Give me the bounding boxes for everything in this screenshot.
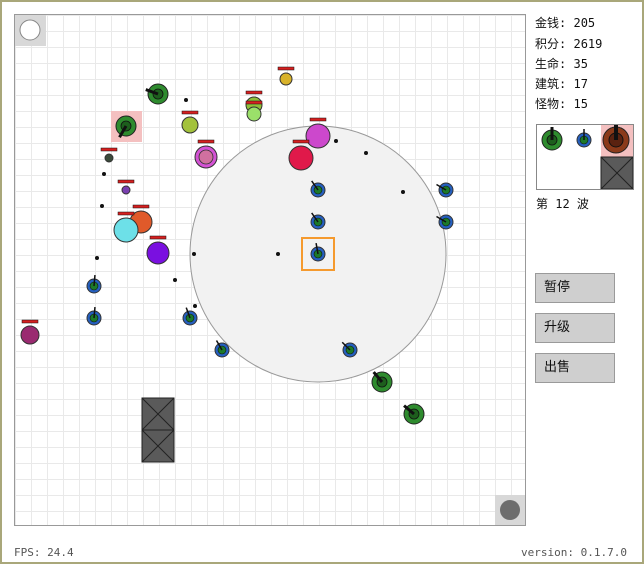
upgrade-button[interactable]: 升级 <box>535 313 615 343</box>
monster-body <box>20 325 40 345</box>
monster-hp-bar <box>117 179 135 184</box>
monster-hp-bar <box>132 204 150 209</box>
buildings-value: 17 <box>573 77 588 91</box>
monster-hp-bar <box>149 235 167 240</box>
monster-dark <box>100 147 118 163</box>
laser-tower-barrel <box>93 306 96 319</box>
monster-body <box>113 217 139 243</box>
monster-violet <box>305 117 331 149</box>
life-value: 35 <box>573 57 588 71</box>
laser-tower[interactable] <box>86 274 102 294</box>
version-label: version: 0.1.7.0 <box>521 546 627 559</box>
monster-hp-bar <box>245 100 263 105</box>
monster-maroon <box>20 319 40 345</box>
laser-tower[interactable] <box>86 306 102 326</box>
score-value: 2619 <box>573 37 603 51</box>
game-window: 金钱: 205 积分: 2619 生命: 35 建筑: 17 怪物: 15 第 … <box>0 0 644 564</box>
monster-purple <box>146 235 170 265</box>
life-stat: 生命: 35 <box>535 57 588 71</box>
monster-body <box>305 123 331 149</box>
monster-lightgreen <box>245 100 263 122</box>
monster-hp-bar <box>197 139 215 144</box>
monster-body <box>181 116 199 134</box>
bullet <box>364 151 368 155</box>
blue-laser-tower-icon[interactable] <box>576 129 592 148</box>
monster-hp-bar <box>181 110 199 115</box>
monster-body <box>104 153 114 163</box>
monster-purple-small <box>117 179 135 195</box>
monster-hp-bar <box>117 211 135 216</box>
monster-hp-bar <box>309 117 327 122</box>
monster-hp-bar <box>277 66 295 71</box>
laser-tower-barrel <box>93 274 96 287</box>
bullet <box>100 204 104 208</box>
monster-body <box>121 185 131 195</box>
bullet <box>401 190 405 194</box>
build-panel[interactable] <box>536 124 634 190</box>
laser-tower[interactable] <box>341 341 358 358</box>
monster-body <box>146 241 170 265</box>
monsters-stat: 怪物: 15 <box>535 97 588 111</box>
monster-hp-bar <box>292 139 310 144</box>
monster-yellow <box>277 66 295 86</box>
sell-button[interactable]: 出售 <box>535 353 615 383</box>
white-circle-icon <box>19 19 41 41</box>
bullet <box>193 304 197 308</box>
monster-olive <box>181 110 199 134</box>
score-stat: 积分: 2619 <box>535 37 603 51</box>
wall-block-upper[interactable] <box>141 397 175 431</box>
buildings-stat: 建筑: 17 <box>535 77 588 91</box>
money-stat: 金钱: 205 <box>535 16 596 30</box>
brown-heavy-tower-icon[interactable] <box>601 125 633 157</box>
monster-hp-bar <box>245 90 263 95</box>
monster-magenta <box>194 139 218 169</box>
pause-button[interactable]: 暂停 <box>535 273 615 303</box>
monster-hp-bar <box>100 147 118 152</box>
cannon-tower[interactable] <box>371 371 393 393</box>
bullet <box>173 278 177 282</box>
monsters-value: 15 <box>573 97 588 111</box>
bullet <box>95 256 99 260</box>
green-cannon-tower-icon[interactable] <box>541 127 563 151</box>
gray-circle-icon <box>500 500 520 520</box>
wave-label: 第 12 波 <box>536 197 589 211</box>
battle-field-canvas[interactable] <box>15 15 526 526</box>
monster-body <box>288 145 314 171</box>
money-value: 205 <box>573 16 596 30</box>
monster-core <box>198 149 214 165</box>
fps-counter: FPS: 24.4 <box>14 546 74 559</box>
bullet <box>102 172 106 176</box>
wall-block-lower[interactable] <box>141 429 175 463</box>
monster-body <box>246 106 262 122</box>
cannon-tower[interactable] <box>403 403 425 425</box>
crossed-box-icon[interactable] <box>600 156 633 189</box>
monster-hp-bar <box>21 319 39 324</box>
laser-tower[interactable] <box>436 182 454 198</box>
bullet <box>276 252 280 256</box>
bullet <box>184 98 188 102</box>
battle-field[interactable] <box>14 14 526 526</box>
cannon-tower[interactable] <box>145 83 169 105</box>
bullet <box>334 139 338 143</box>
laser-tower[interactable] <box>182 307 198 326</box>
bullet <box>192 252 196 256</box>
build-panel-canvas[interactable] <box>537 125 633 189</box>
monster-body <box>279 72 293 86</box>
